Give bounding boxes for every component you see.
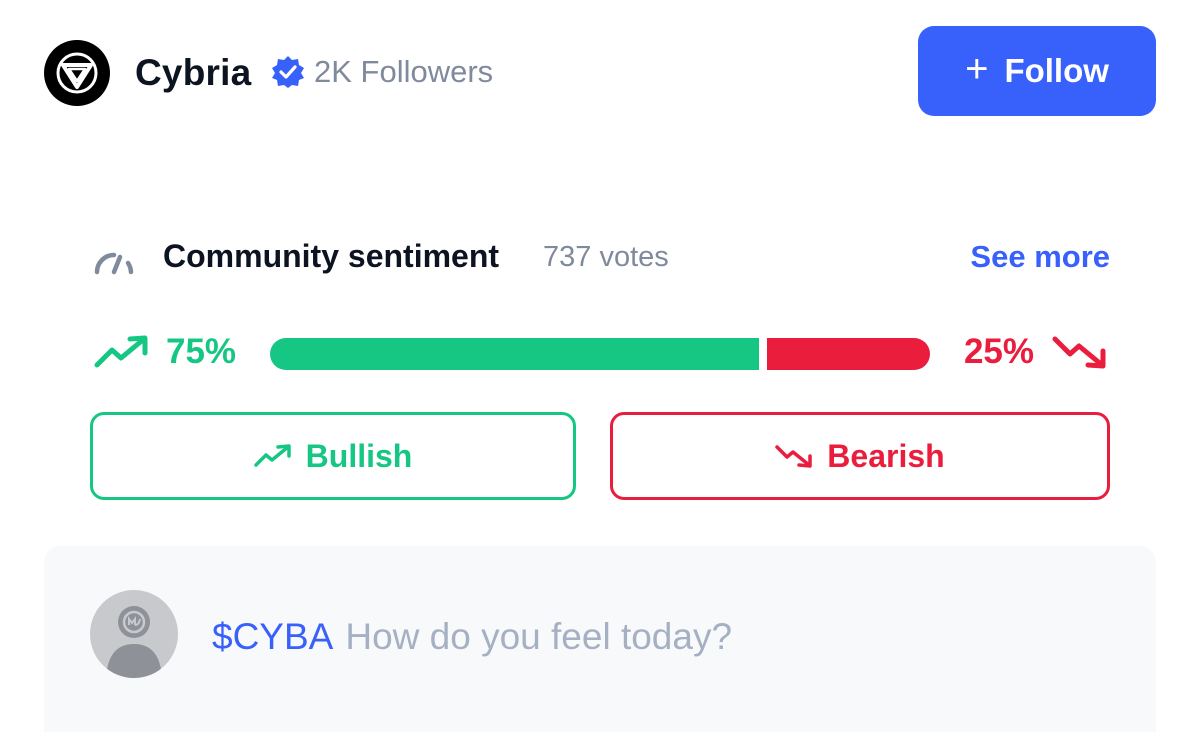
sentiment-bar: [270, 338, 930, 370]
follow-button-label: Follow: [1004, 52, 1109, 89]
bearish-percent: 25%: [963, 332, 1034, 371]
post-composer[interactable]: $CYBA How do you feel today?: [44, 546, 1156, 732]
bearish-percent-group: 25%: [964, 332, 1108, 372]
composer-placeholder: How do you feel today?: [345, 616, 733, 657]
bullish-percent: 75%: [166, 332, 237, 371]
project-name[interactable]: Cybria: [135, 52, 251, 94]
plus-icon: +: [965, 47, 989, 91]
bullish-button-label: Bullish: [305, 437, 413, 474]
sentiment-title: Community sentiment: [163, 238, 500, 274]
trend-down-icon: [1052, 336, 1106, 369]
votes-count: 737 votes: [543, 241, 669, 273]
profile-header: Cybria 2K Followers + Follow: [44, 26, 1156, 116]
bullish-percent-group: 75%: [94, 332, 236, 372]
cybria-logo-icon[interactable]: [44, 40, 110, 106]
ticker-tag: $CYBA: [212, 616, 334, 657]
trend-up-icon: [253, 444, 291, 467]
trend-down-icon: [775, 445, 813, 468]
composer-input[interactable]: $CYBA How do you feel today?: [212, 616, 732, 658]
bearish-bar-fill: [767, 338, 930, 370]
follow-button[interactable]: + Follow: [918, 26, 1156, 116]
bearish-button[interactable]: Bearish: [610, 412, 1110, 500]
user-avatar-icon: [90, 590, 178, 678]
sentiment-bar-row: 75% 25%: [90, 332, 1110, 376]
see-more-link[interactable]: See more: [970, 239, 1110, 275]
bullish-button[interactable]: Bullish: [90, 412, 576, 500]
followers-count: 2K Followers: [314, 54, 494, 89]
bearish-button-label: Bearish: [827, 437, 945, 474]
sentiment-header: Community sentiment 737 votes See more: [90, 236, 1110, 284]
community-sentiment-panel: Community sentiment 737 votes See more 7…: [90, 236, 1110, 500]
page: Cybria 2K Followers + Follow Community s…: [0, 0, 1200, 732]
bullish-bar-fill: [270, 338, 759, 370]
vote-buttons: Bullish Bearish: [90, 412, 1110, 500]
verified-badge-icon: [272, 56, 304, 88]
trend-up-icon: [94, 335, 148, 368]
gauge-icon: [94, 252, 134, 275]
